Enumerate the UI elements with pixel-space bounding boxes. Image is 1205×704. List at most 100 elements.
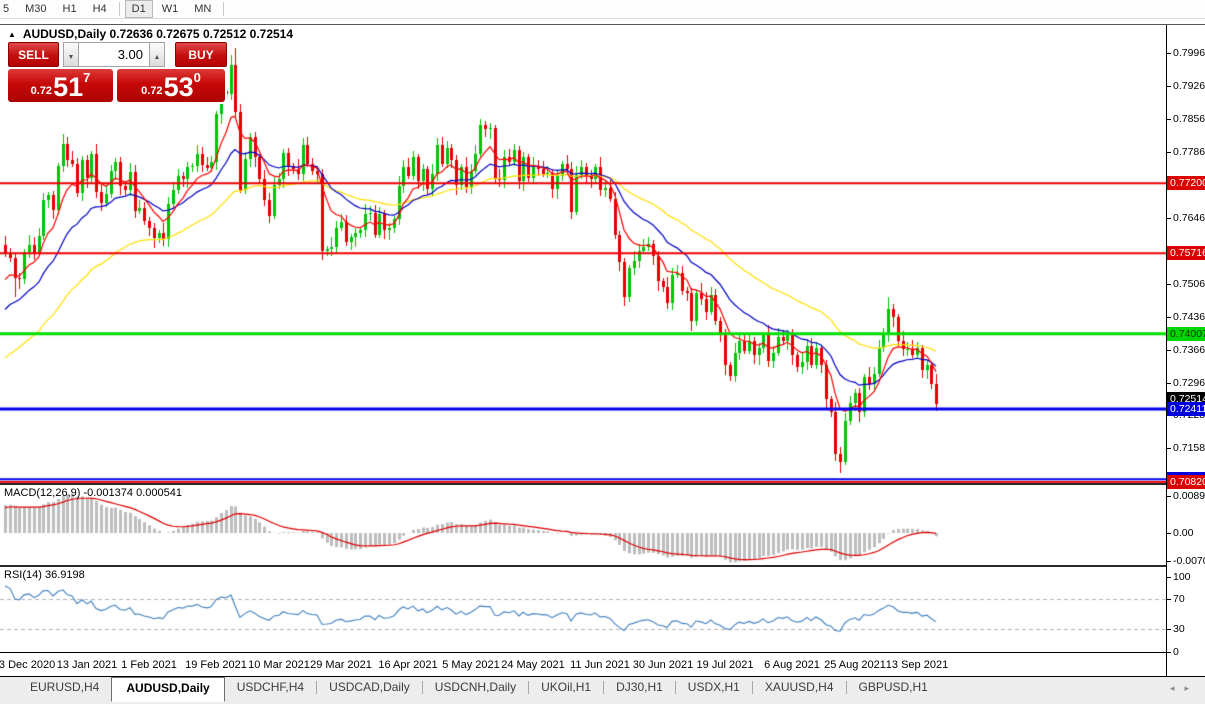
chart-window: ▲ AUDUSD,Daily 0.72636 0.72675 0.72512 0…	[0, 24, 1205, 677]
axis-label: -0.00701	[1173, 555, 1205, 567]
axis-label: 0.73660	[1173, 344, 1205, 356]
axis-label: 0.78560	[1173, 113, 1205, 125]
axis-tick	[1167, 317, 1171, 318]
ask-price-box[interactable]: 0.72530	[117, 69, 225, 102]
volume-input[interactable]	[78, 42, 150, 67]
one-click-trading-panel: SELL ▼ ▲ BUY 0.72517 0.72530	[8, 42, 227, 104]
axis-label: 0.77860	[1173, 146, 1205, 158]
price-axis[interactable]: 0.799600.792600.785600.778600.764600.750…	[1166, 25, 1205, 676]
spinner-down-icon: ▼	[68, 54, 75, 61]
spinner-up-icon: ▲	[154, 54, 161, 61]
volume-increase-button[interactable]: ▲	[150, 42, 165, 67]
collapse-quote-panel-icon[interactable]: ▲	[8, 30, 16, 39]
date-label: 25 Aug 2021	[824, 659, 886, 671]
axis-tick	[1167, 599, 1171, 600]
ask-prefix: 0.72	[141, 85, 162, 97]
axis-label: 0.72960	[1173, 377, 1205, 389]
axis-tick	[1167, 652, 1171, 653]
axis-label: 0.79960	[1173, 47, 1205, 59]
tab-GBPUSD-H1[interactable]: GBPUSD,H1	[847, 677, 940, 699]
axis-tick	[1167, 448, 1171, 449]
axis-label: 0.79260	[1173, 80, 1205, 92]
timeframe-toolbar: 5M30H1H4 D1W1MN	[0, 0, 1205, 19]
tab-scroll-left-icon[interactable]: ◂	[1170, 683, 1185, 693]
chart-symbol-period: AUDUSD,Daily	[23, 27, 106, 41]
tab-EURUSD-H4[interactable]: EURUSD,H4	[18, 677, 111, 699]
axis-tick	[1167, 152, 1171, 153]
axis-tick	[1167, 53, 1171, 54]
chart-ohlc-info: ▲ AUDUSD,Daily 0.72636 0.72675 0.72512 0…	[8, 27, 293, 41]
chart-ohlc-values: 0.72636 0.72675 0.72512 0.72514	[110, 27, 294, 41]
tab-USDCAD-Daily[interactable]: USDCAD,Daily	[317, 677, 422, 699]
price-badge-0.72411: 0.72411	[1167, 402, 1205, 416]
date-label: 24 May 2021	[501, 659, 565, 671]
macd-indicator-label: MACD(12,26,9) -0.001374 0.000541	[4, 487, 182, 499]
tab-UKOil-H1[interactable]: UKOil,H1	[529, 677, 603, 699]
timeframe-button-H4[interactable]: H4	[86, 0, 114, 18]
tab-DJ30-H1[interactable]: DJ30,H1	[604, 677, 675, 699]
bid-big-digits: 51	[53, 74, 83, 101]
price-badge-0.75716: 0.75716	[1167, 246, 1205, 260]
date-label: 19 Jul 2021	[697, 659, 754, 671]
price-badge-0.77200: 0.77200	[1167, 176, 1205, 190]
axis-tick	[1167, 86, 1171, 87]
axis-label: 70	[1173, 593, 1185, 605]
date-label: 10 Mar 2021	[248, 659, 310, 671]
tab-XAUUSD-H4[interactable]: XAUUSD,H4	[753, 677, 846, 699]
timeframe-button-5[interactable]: 5	[0, 0, 16, 18]
macd-panel-splitter[interactable]	[0, 483, 1205, 485]
tab-AUDUSD-Daily[interactable]: AUDUSD,Daily	[111, 677, 224, 702]
axis-tick	[1167, 218, 1171, 219]
tab-scroll-right-icon[interactable]: ▸	[1184, 683, 1199, 693]
date-label: 16 Apr 2021	[378, 659, 437, 671]
date-axis: 23 Dec 202013 Jan 20211 Feb 202119 Feb 2…	[0, 652, 1166, 676]
price-chart-canvas[interactable]	[0, 25, 1166, 659]
date-label: 30 Jun 2021	[633, 659, 694, 671]
chart-tabs: EURUSD,H4AUDUSD,DailyUSDCHF,H4USDCAD,Dai…	[18, 677, 940, 699]
tab-USDX-H1[interactable]: USDX,H1	[676, 677, 752, 699]
axis-label: 0.76460	[1173, 212, 1205, 224]
date-label: 23 Dec 2020	[0, 659, 55, 671]
rsi-panel-splitter[interactable]	[0, 565, 1205, 567]
ask-pip-digit: 0	[194, 70, 201, 85]
volume-decrease-button[interactable]: ▼	[63, 42, 78, 67]
axis-label: 0.74360	[1173, 311, 1205, 323]
quote-row: 0.72517 0.72530	[8, 69, 227, 102]
axis-tick	[1167, 119, 1171, 120]
sell-button[interactable]: SELL	[8, 42, 59, 67]
date-label: 1 Feb 2021	[121, 659, 177, 671]
axis-label: 0.00	[1173, 527, 1193, 539]
tab-USDCNH-Daily[interactable]: USDCNH,Daily	[423, 677, 528, 699]
timeframe-button-W1[interactable]: W1	[155, 0, 186, 18]
bid-price-box[interactable]: 0.72517	[8, 69, 113, 102]
date-label: 11 Jun 2021	[570, 659, 630, 671]
axis-tick	[1167, 533, 1171, 534]
toolbar-separator	[223, 2, 224, 16]
price-badge-0.74007: 0.74007	[1167, 327, 1205, 341]
buy-button[interactable]: BUY	[175, 42, 227, 67]
rsi-indicator-label: RSI(14) 36.9198	[4, 569, 85, 581]
mt4-terminal: 5M30H1H4 D1W1MN ▲ AUDUSD,Daily 0.72636 0.…	[0, 0, 1205, 704]
axis-tick	[1167, 629, 1171, 630]
axis-tick	[1167, 561, 1171, 562]
bid-pip-digit: 7	[83, 70, 90, 85]
tab-USDCHF-H4[interactable]: USDCHF,H4	[225, 677, 316, 699]
toolbar-separator	[119, 2, 120, 16]
date-label: 13 Jan 2021	[57, 659, 118, 671]
axis-label: 0	[1173, 646, 1179, 658]
axis-tick	[1167, 284, 1171, 285]
chart-bottom-border	[0, 652, 1205, 653]
axis-tick	[1167, 350, 1171, 351]
trade-controls-row: SELL ▼ ▲ BUY	[8, 42, 227, 67]
date-label: 5 May 2021	[442, 659, 499, 671]
date-label: 6 Aug 2021	[764, 659, 820, 671]
date-label: 29 Mar 2021	[310, 659, 372, 671]
chart-tab-bar: EURUSD,H4AUDUSD,DailyUSDCHF,H4USDCAD,Dai…	[0, 676, 1205, 704]
timeframe-button-H1[interactable]: H1	[56, 0, 84, 18]
timeframe-button-D1[interactable]: D1	[125, 0, 153, 18]
axis-tick	[1167, 577, 1171, 578]
axis-label: 0.008904	[1173, 490, 1205, 502]
timeframe-button-M30[interactable]: M30	[18, 0, 53, 18]
tab-scroll-arrows: ◂▸	[1170, 683, 1199, 694]
timeframe-button-MN[interactable]: MN	[187, 0, 218, 18]
